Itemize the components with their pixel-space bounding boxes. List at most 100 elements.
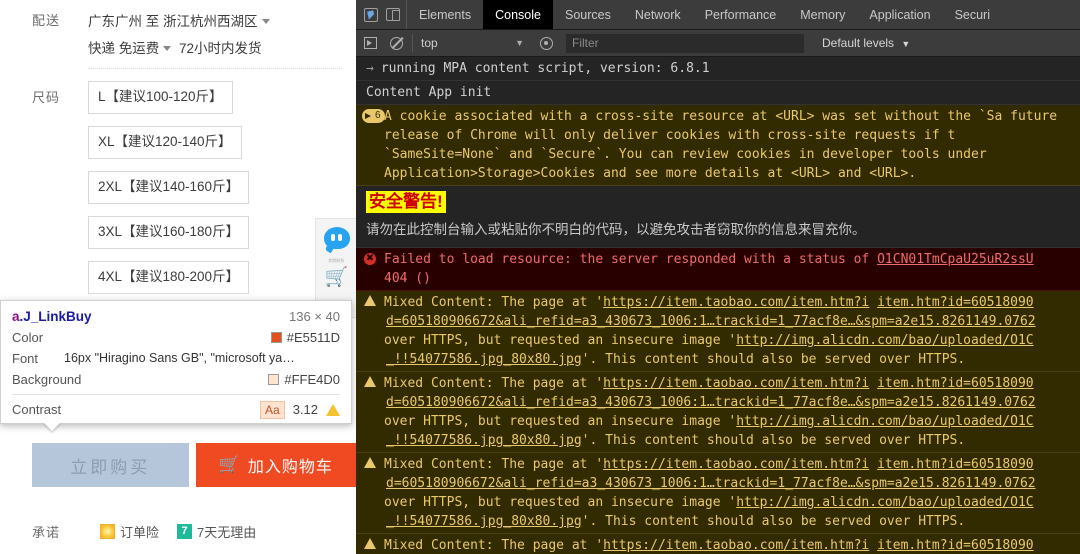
promise-label-seven-day: 7天无理由 bbox=[197, 522, 256, 541]
mixed-content-line-4: _!!54077586.jpg_80x80.jpg'. This content… bbox=[384, 350, 1076, 369]
console-filter-input[interactable] bbox=[566, 34, 804, 53]
insecure-image-link[interactable]: http://img.alicdn.com/bao/uploaded/O1C bbox=[736, 333, 1033, 348]
device-toolbar-icon[interactable] bbox=[386, 8, 400, 21]
mixed-content-line-1: Mixed Content: The page at 'https://item… bbox=[384, 293, 1076, 312]
console-row-error: ✖ Failed to load resource: the server re… bbox=[356, 248, 1080, 291]
page-url-link[interactable]: https://item.taobao.com/item.htm?i bbox=[603, 538, 869, 553]
page-url-link-2[interactable]: item.htm?id=60518090 bbox=[877, 457, 1034, 472]
mixed-content-line-3: over HTTPS, but requested an insecure im… bbox=[384, 412, 1076, 431]
promise-label-insurance: 订单险 bbox=[120, 522, 159, 541]
tab-network[interactable]: Network bbox=[623, 0, 693, 29]
shopping-cart-icon[interactable]: 🛒 bbox=[325, 268, 349, 287]
wangwang-chat-icon[interactable] bbox=[324, 227, 350, 249]
tooltip-color-label: Color bbox=[12, 328, 100, 347]
page-url-link[interactable]: https://item.taobao.com/item.htm?i bbox=[603, 457, 869, 472]
add-to-cart-button[interactable]: 🛒 加入购物车 bbox=[196, 443, 356, 487]
warning-icon bbox=[364, 538, 376, 549]
tab-performance[interactable]: Performance bbox=[693, 0, 789, 29]
page-url-params-link[interactable]: d=605180906672&ali_refid=a3_430673_1006:… bbox=[386, 395, 1036, 410]
insecure-image-link[interactable]: http://img.alicdn.com/bao/uploaded/O1C bbox=[736, 495, 1033, 510]
promise-item-order-insurance[interactable]: 订单险 bbox=[100, 522, 159, 541]
log-levels-select[interactable]: Default levels ▼ bbox=[822, 36, 910, 50]
tab-security[interactable]: Securi bbox=[943, 0, 1002, 29]
devtools-tab-bar: Elements Console Sources Network Perform… bbox=[356, 0, 1080, 30]
page-url-link-2[interactable]: item.htm?id=60518090 bbox=[877, 538, 1034, 553]
tab-console[interactable]: Console bbox=[483, 0, 553, 29]
tab-memory[interactable]: Memory bbox=[788, 0, 857, 29]
insecure-image-link[interactable]: http://img.alicdn.com/bao/uploaded/O1C bbox=[736, 414, 1033, 429]
chevron-down-icon[interactable] bbox=[163, 46, 171, 51]
tooltip-contrast-row: Contrast Aa 3.12 bbox=[1, 399, 351, 420]
size-option-4xl[interactable]: 4XL【建议180-200斤】 bbox=[88, 261, 249, 294]
chevron-down-icon[interactable] bbox=[262, 19, 270, 24]
shipping-body: 广东广州 至 浙江杭州西湖区 快递 免运费 72小时内发货 bbox=[88, 8, 346, 62]
tab-sources[interactable]: Sources bbox=[553, 0, 623, 29]
tooltip-font-row: Font 16px "Hiragino Sans GB", "microsoft… bbox=[1, 348, 351, 369]
page-url-link-2[interactable]: item.htm?id=60518090 bbox=[877, 295, 1034, 310]
error-resource-link[interactable]: O1CN01TmCpaU25uR2ssU bbox=[877, 252, 1034, 267]
warning-count-badge: 6 bbox=[362, 109, 385, 123]
warning-icon bbox=[364, 457, 376, 468]
devtools-tool-icons bbox=[356, 0, 407, 29]
background-swatch bbox=[268, 374, 279, 385]
tooltip-class-name: .J_LinkBuy bbox=[20, 309, 92, 324]
clear-console-button[interactable] bbox=[386, 33, 406, 53]
mixed-content-line-3: over HTTPS, but requested an insecure im… bbox=[384, 493, 1076, 512]
clear-console-icon bbox=[390, 37, 403, 50]
console-row-info: Content App init bbox=[356, 81, 1080, 105]
security-warning-title: 安全警告! bbox=[366, 191, 446, 213]
action-button-row: 立即购买 🛒 加入购物车 bbox=[0, 443, 356, 487]
tooltip-pointer bbox=[43, 422, 61, 431]
chat-caption: 和我联系 bbox=[329, 258, 345, 264]
inspect-element-icon[interactable] bbox=[364, 8, 378, 22]
tooltip-tag-name: a.J_LinkBuy bbox=[12, 307, 92, 326]
tab-application[interactable]: Application bbox=[857, 0, 942, 29]
size-option-3xl[interactable]: 3XL【建议160-180斤】 bbox=[88, 216, 249, 249]
tooltip-contrast-label: Contrast bbox=[12, 400, 100, 419]
tooltip-background-value: #FFE4D0 bbox=[284, 370, 340, 389]
insecure-image-link-tail[interactable]: _!!54077586.jpg_80x80.jpg bbox=[386, 514, 582, 529]
tab-elements[interactable]: Elements bbox=[407, 0, 483, 29]
shipping-method-line: 快递 免运费 72小时内发货 bbox=[88, 35, 346, 62]
tooltip-background-label: Background bbox=[12, 370, 100, 389]
console-row-info: running MPA content script, version: 6.8… bbox=[356, 57, 1080, 81]
live-expression-button[interactable] bbox=[536, 33, 556, 53]
order-insurance-icon bbox=[100, 524, 115, 539]
promise-item-seven-day[interactable]: 7 7天无理由 bbox=[177, 522, 256, 541]
size-label: 尺码 bbox=[10, 81, 88, 111]
section-divider bbox=[88, 68, 342, 69]
console-row-security-warning: 安全警告! 请勿在此控制台输入或粘贴你不明白的代码，以避免攻击者窃取你的信息来冒… bbox=[356, 186, 1080, 248]
console-toolbar: top ▼ Default levels ▼ bbox=[356, 30, 1080, 57]
page-url-link[interactable]: https://item.taobao.com/item.htm?i bbox=[603, 295, 869, 310]
promise-row: 承诺 订单险 7 7天无理由 bbox=[0, 522, 356, 541]
page-url-link-2[interactable]: item.htm?id=60518090 bbox=[877, 376, 1034, 391]
chevron-down-icon: ▼ bbox=[515, 38, 524, 48]
error-text: Failed to load resource: the server resp… bbox=[384, 252, 877, 267]
shipping-method: 快递 免运费 bbox=[88, 41, 159, 56]
shipping-route: 广东广州 至 浙江杭州西湖区 bbox=[88, 14, 258, 29]
tooltip-color-row: Color #E5511D bbox=[1, 327, 351, 348]
size-option-xl[interactable]: XL【建议120-140斤】 bbox=[88, 126, 242, 159]
execution-context-select[interactable]: top ▼ bbox=[412, 34, 530, 52]
tooltip-font-value: 16px "Hiragino Sans GB", "microsoft ya… bbox=[64, 349, 340, 368]
size-option-2xl[interactable]: 2XL【建议140-160斤】 bbox=[88, 171, 249, 204]
page-url-link[interactable]: https://item.taobao.com/item.htm?i bbox=[603, 376, 869, 391]
page-url-params-link[interactable]: d=605180906672&ali_refid=a3_430673_1006:… bbox=[386, 476, 1036, 491]
size-option-l[interactable]: L【建议100-120斤】 bbox=[88, 81, 233, 114]
insecure-image-link-tail[interactable]: _!!54077586.jpg_80x80.jpg bbox=[386, 352, 582, 367]
console-row-mixed-content: Mixed Content: The page at 'https://item… bbox=[356, 534, 1080, 554]
tooltip-background-row: Background #FFE4D0 bbox=[1, 369, 351, 390]
page-url-params-link[interactable]: d=605180906672&ali_refid=a3_430673_1006:… bbox=[386, 314, 1036, 329]
buy-now-button[interactable]: 立即购买 bbox=[32, 443, 189, 487]
console-message-list[interactable]: running MPA content script, version: 6.8… bbox=[356, 57, 1080, 554]
console-row-mixed-content: Mixed Content: The page at 'https://item… bbox=[356, 291, 1080, 372]
mixed-content-line-3: over HTTPS, but requested an insecure im… bbox=[384, 331, 1076, 350]
product-detail-pane: 配送 广东广州 至 浙江杭州西湖区 快递 免运费 72小时内发货 尺码 L【建议… bbox=[0, 0, 356, 554]
log-levels-value: Default levels bbox=[822, 36, 894, 50]
shipping-label: 配送 bbox=[10, 8, 88, 34]
mixed-content-line-4: _!!54077586.jpg_80x80.jpg'. This content… bbox=[384, 512, 1076, 531]
mixed-content-line-1: Mixed Content: The page at 'https://item… bbox=[384, 536, 1076, 554]
console-sidebar-toggle-button[interactable] bbox=[360, 33, 380, 53]
insecure-image-link-tail[interactable]: _!!54077586.jpg_80x80.jpg bbox=[386, 433, 582, 448]
warning-triangle-icon bbox=[326, 404, 340, 416]
